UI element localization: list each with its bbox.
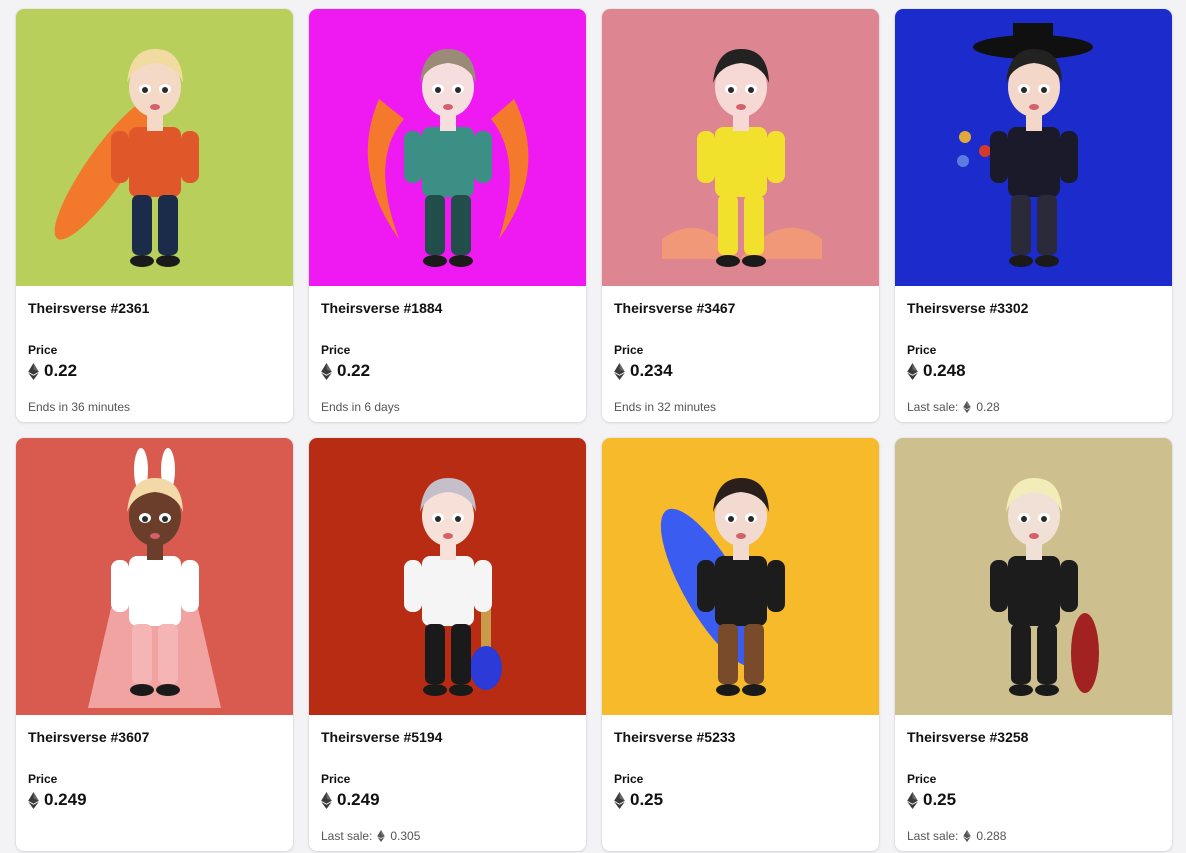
nft-image[interactable] xyxy=(602,9,879,286)
nft-name[interactable]: Theirsverse #1884 xyxy=(321,300,442,316)
card-footer: Ends in 32 minutes xyxy=(614,400,716,414)
price-row: 0.25 xyxy=(614,790,663,810)
ethereum-icon xyxy=(963,830,972,842)
nft-image[interactable] xyxy=(309,438,586,715)
card-footer: Ends in 36 minutes xyxy=(28,400,130,414)
price-label: Price xyxy=(907,343,937,357)
nft-card[interactable]: Theirsverse #5233 Price 0.25 xyxy=(602,438,879,851)
card-footer: Ends in 6 days xyxy=(321,400,400,414)
price-row: 0.249 xyxy=(28,790,87,810)
price-label: Price xyxy=(907,772,937,786)
price-label: Price xyxy=(28,772,58,786)
nft-card[interactable]: Theirsverse #3467 Price 0.234 Ends in 32 mi… xyxy=(602,9,879,422)
last-sale-label: Last sale: xyxy=(907,829,959,843)
nft-card[interactable]: Theirsverse #3302 Price 0.248 Last sale: 0.2… xyxy=(895,9,1172,422)
last-sale-value: 0.305 xyxy=(390,829,421,843)
price-value: 0.249 xyxy=(337,790,380,809)
price-label: Price xyxy=(614,772,644,786)
price-row: 0.248 xyxy=(907,361,966,381)
ethereum-icon xyxy=(963,401,972,413)
card-footer: Last sale: 0.28 xyxy=(907,400,1000,414)
ethereum-icon xyxy=(28,791,39,809)
card-footer: Last sale: 0.288 xyxy=(907,829,1006,843)
nft-image[interactable] xyxy=(16,9,293,286)
nft-grid: Theirsverse #2361 Price 0.22 Ends in 36 min… xyxy=(16,9,1172,851)
ethereum-icon xyxy=(614,791,625,809)
ethereum-icon xyxy=(28,362,39,380)
nft-name[interactable]: Theirsverse #3607 xyxy=(28,729,149,745)
nft-name[interactable]: Theirsverse #3467 xyxy=(614,300,735,316)
ethereum-icon xyxy=(907,362,918,380)
nft-card[interactable]: Theirsverse #3607 Price 0.249 xyxy=(16,438,293,851)
nft-card[interactable]: Theirsverse #1884 Price 0.22 Ends in 6 days xyxy=(309,9,586,422)
price-label: Price xyxy=(28,343,58,357)
last-sale-value: 0.288 xyxy=(976,829,1007,843)
price-value: 0.22 xyxy=(44,361,78,380)
ethereum-icon xyxy=(614,362,625,380)
nft-image[interactable] xyxy=(309,9,586,286)
price-row: 0.22 xyxy=(28,361,77,381)
nft-card[interactable]: Theirsverse #3258 Price 0.25 Last sale: 0.28… xyxy=(895,438,1172,851)
price-label: Price xyxy=(321,343,351,357)
price-value: 0.25 xyxy=(630,790,664,809)
price-row: 0.249 xyxy=(321,790,380,810)
price-row: 0.22 xyxy=(321,361,370,381)
nft-name[interactable]: Theirsverse #5233 xyxy=(614,729,735,745)
nft-name[interactable]: Theirsverse #3302 xyxy=(907,300,1028,316)
nft-image[interactable] xyxy=(602,438,879,715)
card-footer: Last sale: 0.305 xyxy=(321,829,420,843)
price-value: 0.249 xyxy=(44,790,87,809)
auction-ends-text: Ends in 32 minutes xyxy=(614,400,717,414)
nft-image[interactable] xyxy=(895,438,1172,715)
last-sale-label: Last sale: xyxy=(907,400,959,414)
auction-ends-text: Ends in 6 days xyxy=(321,400,400,414)
price-row: 0.25 xyxy=(907,790,956,810)
nft-card[interactable]: Theirsverse #2361 Price 0.22 Ends in 36 min… xyxy=(16,9,293,422)
nft-image[interactable] xyxy=(895,9,1172,286)
ethereum-icon xyxy=(377,830,386,842)
price-label: Price xyxy=(614,343,644,357)
price-label: Price xyxy=(321,772,351,786)
nft-name[interactable]: Theirsverse #2361 xyxy=(28,300,149,316)
price-value: 0.234 xyxy=(630,361,673,380)
price-value: 0.25 xyxy=(923,790,957,809)
ethereum-icon xyxy=(907,791,918,809)
ethereum-icon xyxy=(321,362,332,380)
price-value: 0.248 xyxy=(923,361,966,380)
nft-name[interactable]: Theirsverse #5194 xyxy=(321,729,442,745)
price-row: 0.234 xyxy=(614,361,673,381)
auction-ends-text: Ends in 36 minutes xyxy=(28,400,131,414)
nft-image[interactable] xyxy=(16,438,293,715)
last-sale-label: Last sale: xyxy=(321,829,373,843)
ethereum-icon xyxy=(321,791,332,809)
price-value: 0.22 xyxy=(337,361,371,380)
nft-name[interactable]: Theirsverse #3258 xyxy=(907,729,1028,745)
nft-card[interactable]: Theirsverse #5194 Price 0.249 Last sale: 0.3… xyxy=(309,438,586,851)
last-sale-value: 0.28 xyxy=(976,400,1000,414)
